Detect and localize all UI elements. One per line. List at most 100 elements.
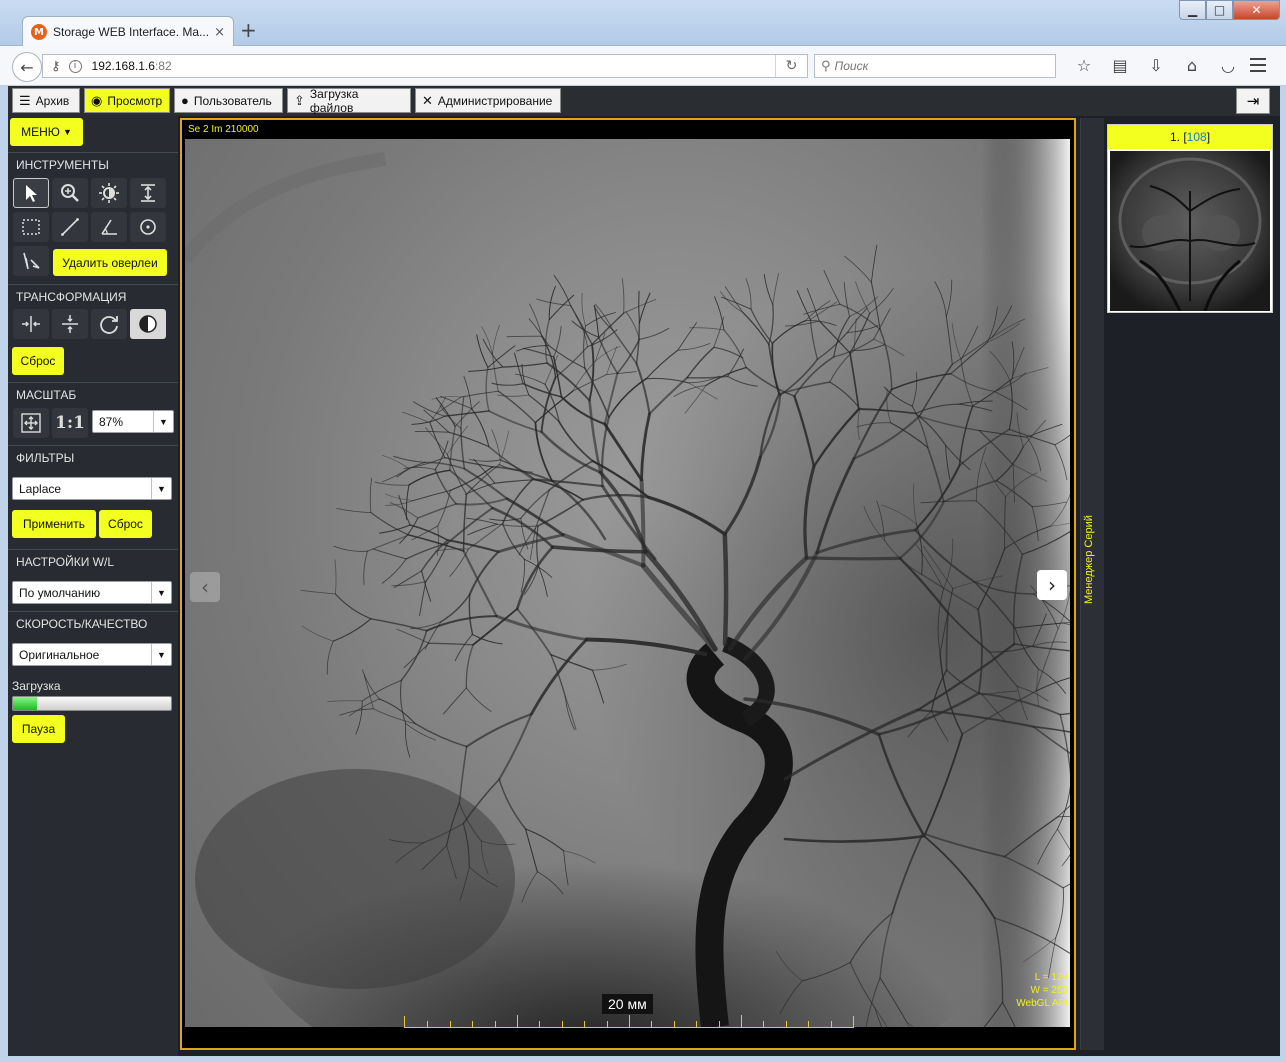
info-icon[interactable]: i bbox=[68, 59, 82, 73]
browser-tab[interactable]: M Storage WEB Interface. Ma... × bbox=[22, 16, 234, 47]
tab-archive-label: Архив bbox=[35, 93, 70, 108]
ruler-tick bbox=[539, 1021, 541, 1027]
reload-icon[interactable]: ↻ bbox=[775, 55, 807, 77]
delete-overlays-button[interactable]: Удалить оверлеи bbox=[53, 249, 167, 276]
wl-level: L = 128 bbox=[1034, 972, 1068, 983]
fit-window-icon bbox=[21, 413, 41, 433]
search-icon: ⚲ bbox=[821, 58, 831, 74]
tool-rect-roi[interactable] bbox=[13, 212, 49, 242]
wl-preset-select[interactable]: По умолчанию ▼ bbox=[12, 581, 172, 604]
search-input[interactable] bbox=[834, 59, 1035, 73]
tab-user[interactable]: ● Пользователь bbox=[174, 88, 283, 113]
home-icon[interactable]: ⌂ bbox=[1174, 56, 1210, 75]
url-host: 192.168.1.6 bbox=[91, 59, 155, 73]
tool-flip-vertical[interactable] bbox=[52, 309, 88, 339]
zoom-1to1-button[interactable]: 1:1 bbox=[52, 408, 88, 438]
section-speed-title: СКОРОСТЬ/КАЧЕСТВО bbox=[8, 611, 178, 633]
chevron-down-icon: ▼ bbox=[151, 582, 171, 603]
pause-button[interactable]: Пауза bbox=[12, 715, 65, 743]
pocket-icon[interactable]: ◡ bbox=[1210, 56, 1246, 75]
tool-invert[interactable] bbox=[130, 309, 166, 339]
tool-rotate[interactable] bbox=[91, 309, 127, 339]
bookmark-star-icon[interactable]: ☆ bbox=[1066, 56, 1102, 75]
renderer-label: WebGL API bbox=[1016, 998, 1068, 1009]
tool-angle[interactable] bbox=[91, 212, 127, 242]
loading-progress-bar bbox=[12, 696, 172, 711]
app-top-bar: ☰ Архив ◉ Просмотр ● Пользователь ⇪ Загр… bbox=[8, 86, 1280, 116]
chevron-down-icon: ▼ bbox=[151, 644, 171, 665]
tab-title: Storage WEB Interface. Ma... bbox=[53, 25, 209, 39]
upload-icon: ⇪ bbox=[294, 92, 305, 108]
chevron-down-icon: ▼ bbox=[151, 478, 171, 499]
zoom-icon bbox=[61, 184, 79, 202]
series-thumbnail-header: 1. [108] bbox=[1108, 125, 1272, 149]
ruler-tick bbox=[606, 1021, 608, 1027]
tools-sidebar: МЕНЮ ▼ ИНСТРУМЕНТЫ Удалить оверлеи ТРАНС… bbox=[8, 116, 178, 1056]
close-window-button[interactable]: ✕ bbox=[1233, 0, 1280, 20]
section-filters-title: ФИЛЬТРЫ bbox=[8, 445, 178, 467]
ruler-tick bbox=[741, 1015, 742, 1027]
zoom-select[interactable]: 87% ▼ bbox=[92, 410, 174, 433]
menu-label: МЕНЮ bbox=[21, 125, 60, 139]
bookmarks-list-icon[interactable]: ▤ bbox=[1102, 56, 1138, 75]
pointer-arrow-icon bbox=[26, 185, 37, 202]
brightness-icon bbox=[99, 183, 119, 203]
tab-archive[interactable]: ☰ Архив bbox=[12, 88, 80, 113]
quality-select[interactable]: Оригинальное ▼ bbox=[12, 643, 172, 666]
back-arrow-icon: ← bbox=[20, 57, 34, 77]
chevron-down-icon: ▼ bbox=[153, 411, 173, 432]
new-tab-button[interactable]: + bbox=[240, 20, 257, 40]
tab-upload[interactable]: ⇪ Загрузка файлов bbox=[287, 87, 411, 115]
previous-image-button[interactable]: ‹ bbox=[190, 572, 220, 602]
invert-icon bbox=[139, 315, 157, 333]
tool-length[interactable] bbox=[52, 212, 88, 242]
image-viewport[interactable]: Se 2 Im 210000 ‹ › L = 128 W = 256 WebGL… bbox=[180, 118, 1076, 1050]
user-icon: ● bbox=[181, 93, 189, 108]
tool-scroll[interactable] bbox=[130, 178, 166, 208]
tool-zoom[interactable] bbox=[52, 178, 88, 208]
tab-view[interactable]: ◉ Просмотр bbox=[84, 88, 170, 113]
tool-pointer[interactable] bbox=[13, 178, 49, 208]
series-thumbnail-card[interactable]: 1. [108] bbox=[1107, 124, 1273, 313]
maximize-window-button[interactable]: □ bbox=[1206, 0, 1233, 20]
filter-reset-button[interactable]: Сброс bbox=[99, 510, 152, 538]
ruler-tick bbox=[494, 1021, 496, 1027]
exit-button[interactable]: ⇥ bbox=[1236, 88, 1270, 114]
tab-admin[interactable]: ✕ Администрирование bbox=[415, 88, 561, 113]
apply-filter-button[interactable]: Применить bbox=[12, 510, 96, 538]
menu-button[interactable]: МЕНЮ ▼ bbox=[10, 118, 83, 146]
back-button[interactable]: ← bbox=[12, 52, 42, 82]
tool-cobb-angle[interactable] bbox=[13, 246, 49, 276]
series-manager-strip[interactable]: Менеджер Серий bbox=[1080, 118, 1104, 1050]
scale-bar-label: 20 мм bbox=[602, 994, 653, 1014]
angle-icon bbox=[101, 219, 117, 235]
angiography-image[interactable] bbox=[185, 139, 1070, 1027]
tool-flip-horizontal[interactable] bbox=[13, 309, 49, 339]
fit-to-window-button[interactable] bbox=[13, 408, 49, 438]
transform-reset-button[interactable]: Сброс bbox=[12, 347, 64, 375]
section-scale-title: МАСШТАБ bbox=[8, 382, 178, 404]
tools-icon: ✕ bbox=[422, 92, 433, 108]
vessel-branch bbox=[804, 556, 902, 561]
browser-toolbar-icons: ☆ ▤ ⇩ ⌂ ◡ bbox=[1066, 56, 1246, 75]
downloads-icon[interactable]: ⇩ bbox=[1138, 56, 1174, 75]
minimize-window-button[interactable]: ▁ bbox=[1179, 0, 1206, 20]
ruler-tick bbox=[830, 1021, 832, 1027]
ruler-tick bbox=[696, 1021, 698, 1027]
search-bar[interactable]: ⚲ bbox=[814, 54, 1056, 78]
browser-navbar: ← ⚷ i 192.168.1.6:82 ↻ ⚲ ☆ ▤ ⇩ ⌂ ◡ bbox=[0, 46, 1286, 86]
wl-width: W = 256 bbox=[1030, 985, 1068, 996]
close-tab-icon[interactable]: × bbox=[214, 25, 225, 40]
tool-ellipse-roi[interactable] bbox=[130, 212, 166, 242]
next-image-button[interactable]: › bbox=[1037, 570, 1067, 600]
browser-menu-icon[interactable] bbox=[1250, 58, 1266, 76]
key-icon[interactable]: ⚷ bbox=[51, 59, 61, 74]
circle-roi-icon bbox=[140, 219, 156, 235]
address-bar[interactable]: ⚷ i 192.168.1.6:82 ↻ bbox=[42, 54, 808, 78]
filter-select[interactable]: Laplace ▼ bbox=[12, 477, 172, 500]
quality-select-value: Оригинальное bbox=[19, 647, 100, 662]
series-thumbnail-image[interactable] bbox=[1110, 151, 1270, 311]
wl-overlay: L = 128 W = 256 WebGL API bbox=[1016, 971, 1068, 1010]
list-icon: ☰ bbox=[19, 92, 31, 108]
tool-brightness[interactable] bbox=[91, 178, 127, 208]
